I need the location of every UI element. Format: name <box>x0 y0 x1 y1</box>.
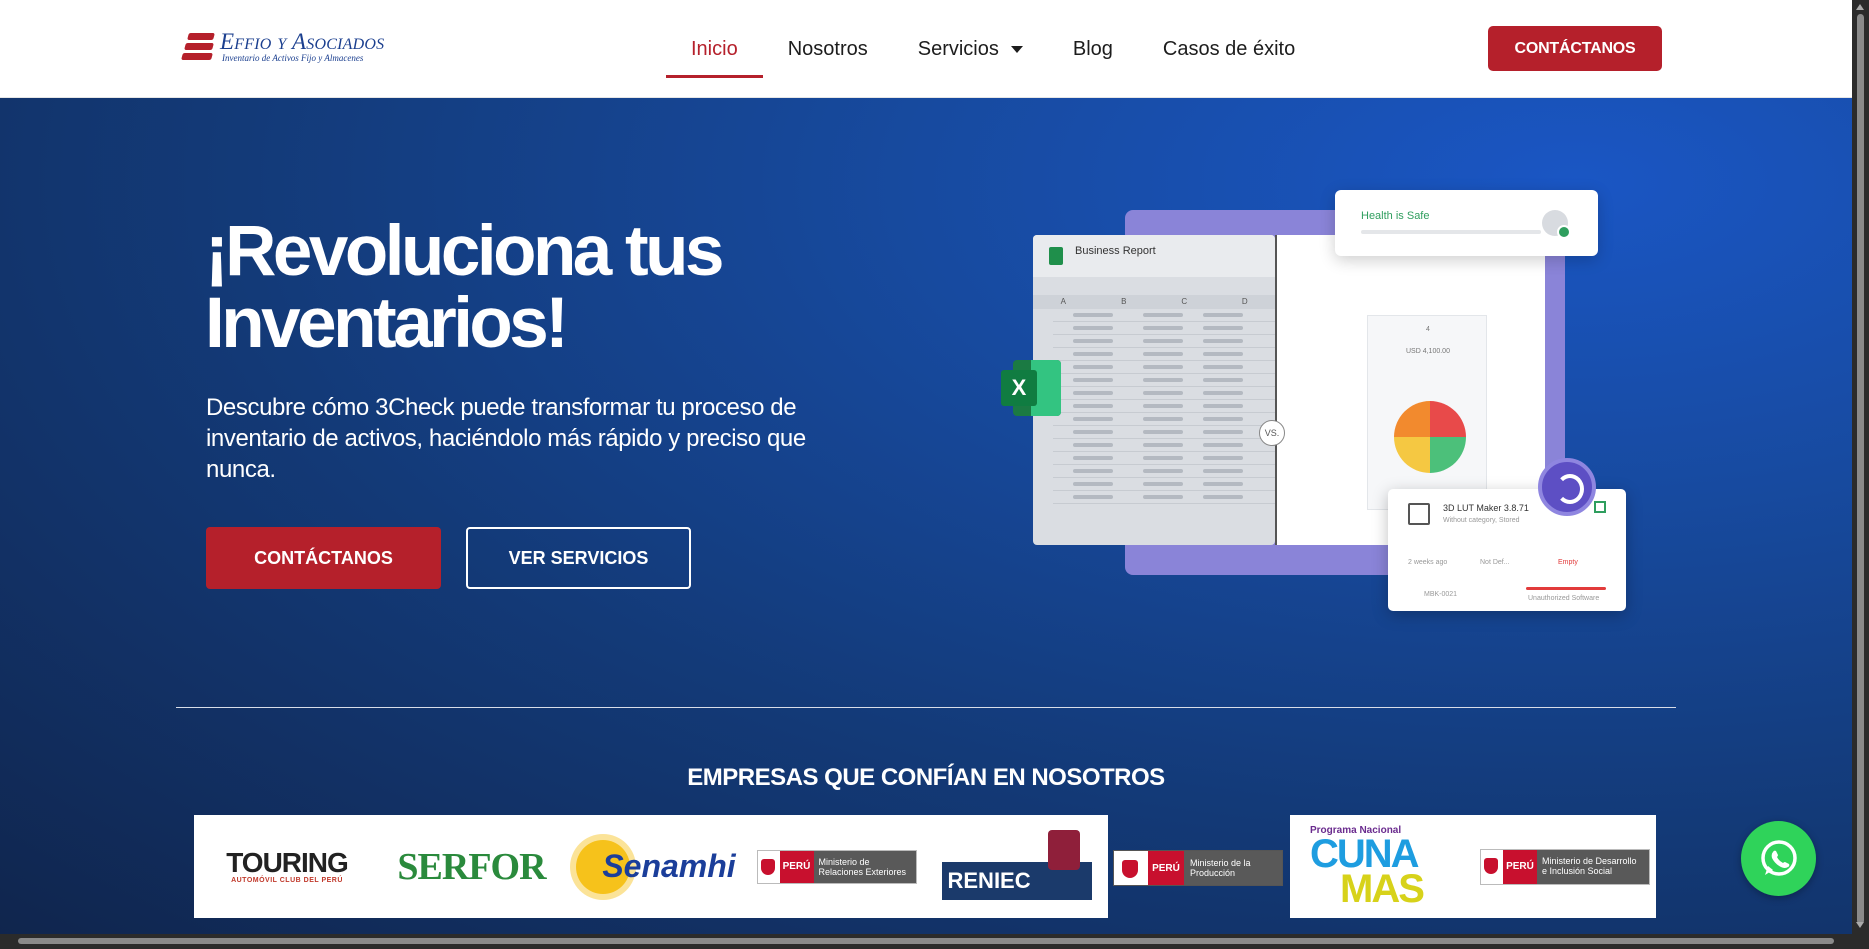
nav-item-nosotros[interactable]: Nosotros <box>763 0 893 98</box>
site-header: Effio y Asociados Inventario de Activos … <box>0 0 1852 98</box>
logo-midis: PERÚ Ministerio de Desarrollo e Inclusió… <box>1480 815 1650 918</box>
sheet-row <box>1053 478 1275 491</box>
client-logos-strip-2: Programa Nacional CUNA MAS PERÚ Minister… <box>1290 815 1656 918</box>
horizontal-scrollbar[interactable] <box>0 934 1852 949</box>
logo-mark-icon <box>181 31 215 63</box>
coat-of-arms-icon <box>1481 849 1503 884</box>
scroll-down-icon[interactable] <box>1856 922 1864 928</box>
sheet-row <box>1053 400 1275 413</box>
excel-icon: X <box>1001 360 1063 416</box>
whatsapp-button[interactable] <box>1741 821 1816 896</box>
logo-touring: TOURING AUTOMÓVIL CLUB DEL PERÚ <box>226 847 349 885</box>
section-divider <box>176 707 1676 708</box>
health-card: Health is Safe <box>1335 190 1598 256</box>
sheet-row <box>1053 439 1275 452</box>
pie-chart-graphic <box>1394 401 1466 473</box>
sheet-row <box>1053 452 1275 465</box>
nav-item-inicio[interactable]: Inicio <box>666 0 763 98</box>
sheet-row <box>1053 335 1275 348</box>
sheet-row <box>1053 491 1275 504</box>
hero-section: ¡Revoluciona tus Inventarios! Descubre c… <box>0 98 1852 938</box>
sheet-row <box>1053 374 1275 387</box>
header-contact-button[interactable]: CONTÁCTANOS <box>1488 26 1662 71</box>
hero-title: ¡Revoluciona tus Inventarios! <box>205 212 725 363</box>
coat-of-arms-icon <box>1114 851 1148 885</box>
horizontal-scroll-thumb[interactable] <box>18 938 1834 944</box>
product-illustration: Business Report A B C D 4 USD 4,100.00 H… <box>995 190 1635 620</box>
sheet-row <box>1053 413 1275 426</box>
sheet-row <box>1053 309 1275 322</box>
sheet-row <box>1053 426 1275 439</box>
3check-logo-icon <box>1538 458 1596 516</box>
logo-senamhi: Senamhi <box>576 815 736 918</box>
logo-ministerio-produccion: PERÚ Ministerio de la Producción <box>1113 850 1283 886</box>
logo-serfor: SERFOR <box>397 845 546 888</box>
caret-down-icon <box>1010 45 1023 53</box>
client-logos-strip: TOURING AUTOMÓVIL CLUB DEL PERÚ SERFOR S… <box>194 815 1108 918</box>
logo-ministerio-relaciones-exteriores: PERÚ Ministerio de Relaciones Exteriores <box>754 815 919 918</box>
sheets-icon <box>1049 247 1063 265</box>
logo-reniec: RENIEC <box>939 815 1094 918</box>
check-icon <box>1594 501 1606 513</box>
company-logo[interactable]: Effio y Asociados Inventario de Activos … <box>181 29 385 63</box>
coat-of-arms-icon <box>757 850 780 883</box>
whatsapp-icon <box>1760 839 1797 876</box>
nav-item-casos[interactable]: Casos de éxito <box>1138 0 1320 98</box>
nav-item-servicios[interactable]: Servicios <box>893 0 1048 98</box>
view-services-button[interactable]: VER SERVICIOS <box>466 527 691 589</box>
sheet-row <box>1053 322 1275 335</box>
scroll-up-icon[interactable] <box>1856 4 1864 10</box>
main-nav: Inicio Nosotros Servicios Blog Casos de … <box>666 0 1320 98</box>
logo-tagline: Inventario de Activos Fijo y Almacenes <box>222 53 364 63</box>
logo-cuna-mas: Programa Nacional CUNA MAS <box>1310 825 1425 911</box>
sheet-row <box>1053 361 1275 374</box>
hero-description: Descubre cómo 3Check puede transformar t… <box>206 394 806 483</box>
spreadsheet-mock: Business Report A B C D <box>1033 235 1275 545</box>
hero-contact-button[interactable]: CONTÁCTANOS <box>206 527 441 589</box>
trust-title: EMPRESAS QUE CONFÍAN EN NOSOTROS <box>687 764 1165 791</box>
health-status-icon <box>1542 210 1571 239</box>
sheet-row <box>1053 387 1275 400</box>
nav-item-blog[interactable]: Blog <box>1048 0 1138 98</box>
vertical-scrollbar[interactable] <box>1852 0 1869 949</box>
sheet-row <box>1053 348 1275 361</box>
vertical-scroll-thumb[interactable] <box>1857 14 1864 924</box>
logo-name: Effio y Asociados <box>220 29 385 54</box>
software-card: 3D LUT Maker 3.8.71 Without category, St… <box>1388 489 1626 611</box>
vs-badge: VS. <box>1259 420 1285 446</box>
sheet-row <box>1053 465 1275 478</box>
window-icon <box>1408 503 1430 525</box>
